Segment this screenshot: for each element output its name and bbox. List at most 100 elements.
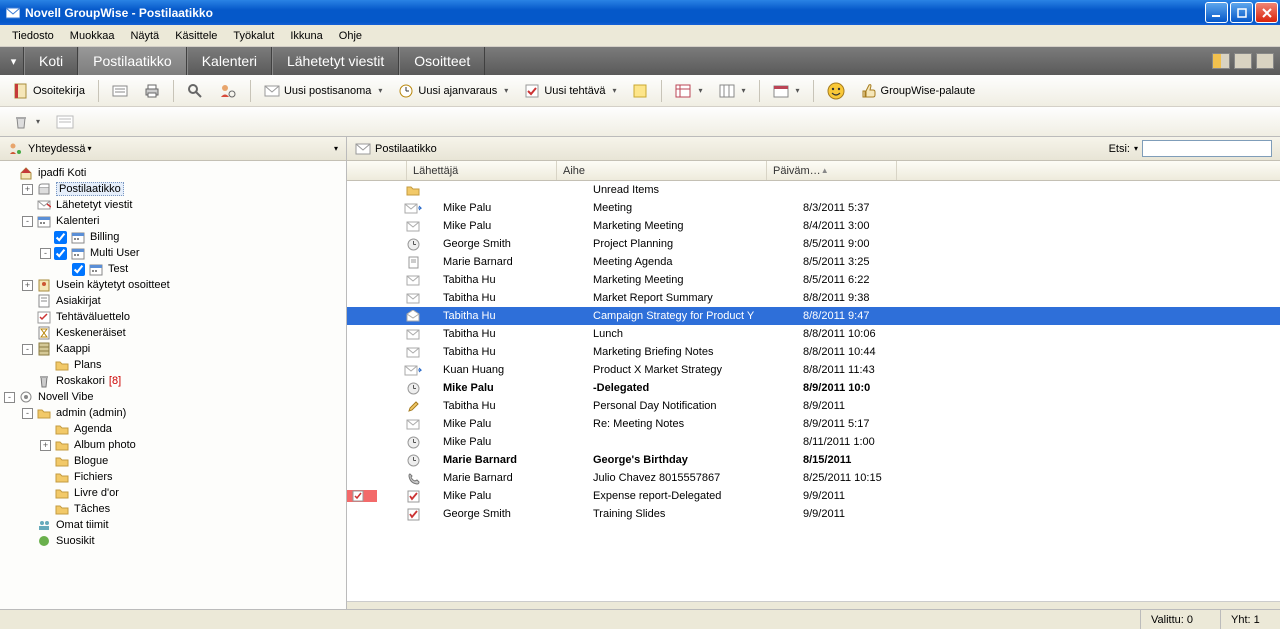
expand-toggle[interactable]: +	[22, 280, 33, 291]
message-row[interactable]: Mike Palu-Delegated8/9/2011 10:0	[347, 379, 1280, 397]
view-grid-button[interactable]	[1256, 53, 1274, 69]
properties-button[interactable]	[107, 79, 133, 103]
expand-toggle[interactable]: +	[40, 440, 51, 451]
close-button[interactable]	[1255, 2, 1278, 23]
tree-item[interactable]: Billing	[0, 229, 346, 245]
tab-sent[interactable]: Lähetetyt viestit	[272, 47, 399, 75]
tree-item[interactable]: +Album photo	[0, 437, 346, 453]
emoji-button[interactable]	[822, 79, 850, 103]
message-row[interactable]: Kuan HuangProduct X Market Strategy8/8/2…	[347, 361, 1280, 379]
tree-item[interactable]: -Kaappi	[0, 341, 346, 357]
folder-checkbox[interactable]	[54, 231, 67, 244]
message-row[interactable]: Tabitha HuMarketing Meeting8/5/2011 6:22	[347, 271, 1280, 289]
folder-tree[interactable]: ipadfi Koti+PostilaatikkoLähetetyt viest…	[0, 161, 346, 609]
menu-file[interactable]: Tiedosto	[4, 27, 62, 45]
tree-label: Novell Vibe	[38, 391, 93, 403]
tree-item[interactable]: Livre d'or	[0, 485, 346, 501]
form-button[interactable]	[51, 110, 79, 134]
folder-checkbox[interactable]	[72, 263, 85, 276]
tree-item[interactable]: Plans	[0, 357, 346, 373]
expand-toggle[interactable]: +	[22, 184, 33, 195]
expand-toggle[interactable]: -	[22, 408, 33, 419]
message-row[interactable]: Mike PaluExpense report-Delegated9/9/201…	[347, 487, 1280, 505]
tree-item[interactable]: Agenda	[0, 421, 346, 437]
tab-calendar[interactable]: Kalenteri	[187, 47, 272, 75]
tree-item[interactable]: - Novell Vibe	[0, 389, 346, 405]
message-row[interactable]: Tabitha HuCampaign Strategy for Product …	[347, 307, 1280, 325]
search-input[interactable]	[1142, 140, 1272, 157]
menu-view[interactable]: Näytä	[122, 27, 167, 45]
new-mail-button[interactable]: Uusi postisanoma	[259, 79, 387, 103]
tree-item[interactable]: Omat tiimit	[0, 517, 346, 533]
sidebar-status-header[interactable]: Yhteydessä ▾ ▾	[0, 137, 346, 161]
tab-contacts[interactable]: Osoitteet	[399, 47, 485, 75]
sidebar-menu-arrow[interactable]: ▾	[334, 144, 338, 153]
tab-mailbox[interactable]: Postilaatikko	[78, 47, 187, 75]
expand-toggle[interactable]: -	[22, 216, 33, 227]
message-row[interactable]: Tabitha HuPersonal Day Notification8/9/2…	[347, 397, 1280, 415]
folder-checkbox[interactable]	[54, 247, 67, 260]
new-appointment-button[interactable]: Uusi ajanvaraus	[393, 79, 513, 103]
menu-edit[interactable]: Muokkaa	[62, 27, 123, 45]
message-row[interactable]: Tabitha HuMarket Report Summary8/8/2011 …	[347, 289, 1280, 307]
message-row[interactable]: Tabitha HuMarketing Briefing Notes8/8/20…	[347, 343, 1280, 361]
tree-item[interactable]: ipadfi Koti	[0, 165, 346, 181]
tree-item[interactable]: Tehtäväluettelo	[0, 309, 346, 325]
search-dropdown-arrow[interactable]: ▾	[1134, 144, 1138, 153]
message-row[interactable]: Mike Palu8/11/2011 1:00	[347, 433, 1280, 451]
expand-toggle[interactable]: -	[40, 248, 51, 259]
expand-toggle[interactable]: -	[4, 392, 15, 403]
tree-item[interactable]: Test	[0, 261, 346, 277]
addressbook-button[interactable]: Osoitekirja	[8, 79, 90, 103]
message-row[interactable]: Tabitha HuLunch8/8/2011 10:06	[347, 325, 1280, 343]
view-panels-button[interactable]	[1212, 53, 1230, 69]
col-icon[interactable]	[347, 161, 407, 180]
tree-item[interactable]: -Multi User	[0, 245, 346, 261]
col-subject[interactable]: Aihe	[557, 161, 767, 180]
tree-item[interactable]: Asiakirjat	[0, 293, 346, 309]
minimize-button[interactable]	[1205, 2, 1228, 23]
feedback-button[interactable]: GroupWise-palaute	[856, 79, 981, 103]
col-from[interactable]: Lähettäjä	[407, 161, 557, 180]
message-row[interactable]: Mike PaluMarketing Meeting8/4/2011 3:00	[347, 217, 1280, 235]
tree-item[interactable]: Keskeneräiset	[0, 325, 346, 341]
new-other-button[interactable]	[627, 79, 653, 103]
menu-actions[interactable]: Käsittele	[167, 27, 225, 45]
tree-item[interactable]: Fichiers	[0, 469, 346, 485]
tree-item[interactable]: -admin (admin)	[0, 405, 346, 421]
message-row[interactable]: Marie BarnardGeorge's Birthday8/15/2011	[347, 451, 1280, 469]
menu-help[interactable]: Ohje	[331, 27, 370, 45]
message-row[interactable]: Marie BarnardJulio Chavez 80155578678/25…	[347, 469, 1280, 487]
find-contact-button[interactable]	[214, 79, 242, 103]
search-button[interactable]	[182, 79, 208, 103]
expand-toggle[interactable]: -	[22, 344, 33, 355]
view-list-button[interactable]	[1234, 53, 1252, 69]
message-row[interactable]: George SmithTraining Slides9/9/2011	[347, 505, 1280, 523]
tree-item[interactable]: +Usein käytetyt osoitteet	[0, 277, 346, 293]
new-task-button[interactable]: Uusi tehtävä	[519, 79, 621, 103]
print-button[interactable]	[139, 79, 165, 103]
delete-button[interactable]	[8, 110, 45, 134]
col-date[interactable]: Päiväm…	[767, 161, 897, 180]
tree-item[interactable]: Suosikit	[0, 533, 346, 549]
tree-item[interactable]: Lähetetyt viestit	[0, 197, 346, 213]
tree-item[interactable]: +Postilaatikko	[0, 181, 346, 197]
category-row[interactable]: Unread Items	[347, 181, 1280, 199]
tree-item[interactable]: Blogue	[0, 453, 346, 469]
message-row[interactable]: Mike PaluRe: Meeting Notes8/9/2011 5:17	[347, 415, 1280, 433]
tab-home[interactable]: Koti	[24, 47, 78, 75]
menu-tools[interactable]: Työkalut	[225, 27, 282, 45]
message-row[interactable]: Marie BarnardMeeting Agenda8/5/2011 3:25	[347, 253, 1280, 271]
view-details-button[interactable]	[670, 79, 707, 103]
view-columns-button[interactable]	[714, 79, 751, 103]
menu-window[interactable]: Ikkuna	[282, 27, 330, 45]
tree-item[interactable]: Tâches	[0, 501, 346, 517]
message-row[interactable]: George SmithProject Planning8/5/2011 9:0…	[347, 235, 1280, 253]
message-list[interactable]: Unread ItemsMike PaluMeeting8/3/2011 5:3…	[347, 181, 1280, 601]
calendar-view-button[interactable]	[768, 79, 805, 103]
nav-arrow[interactable]: ▾	[4, 47, 24, 75]
message-row[interactable]: Mike PaluMeeting8/3/2011 5:37	[347, 199, 1280, 217]
maximize-button[interactable]	[1230, 2, 1253, 23]
tree-item[interactable]: -Kalenteri	[0, 213, 346, 229]
tree-item[interactable]: Roskakori[8]	[0, 373, 346, 389]
